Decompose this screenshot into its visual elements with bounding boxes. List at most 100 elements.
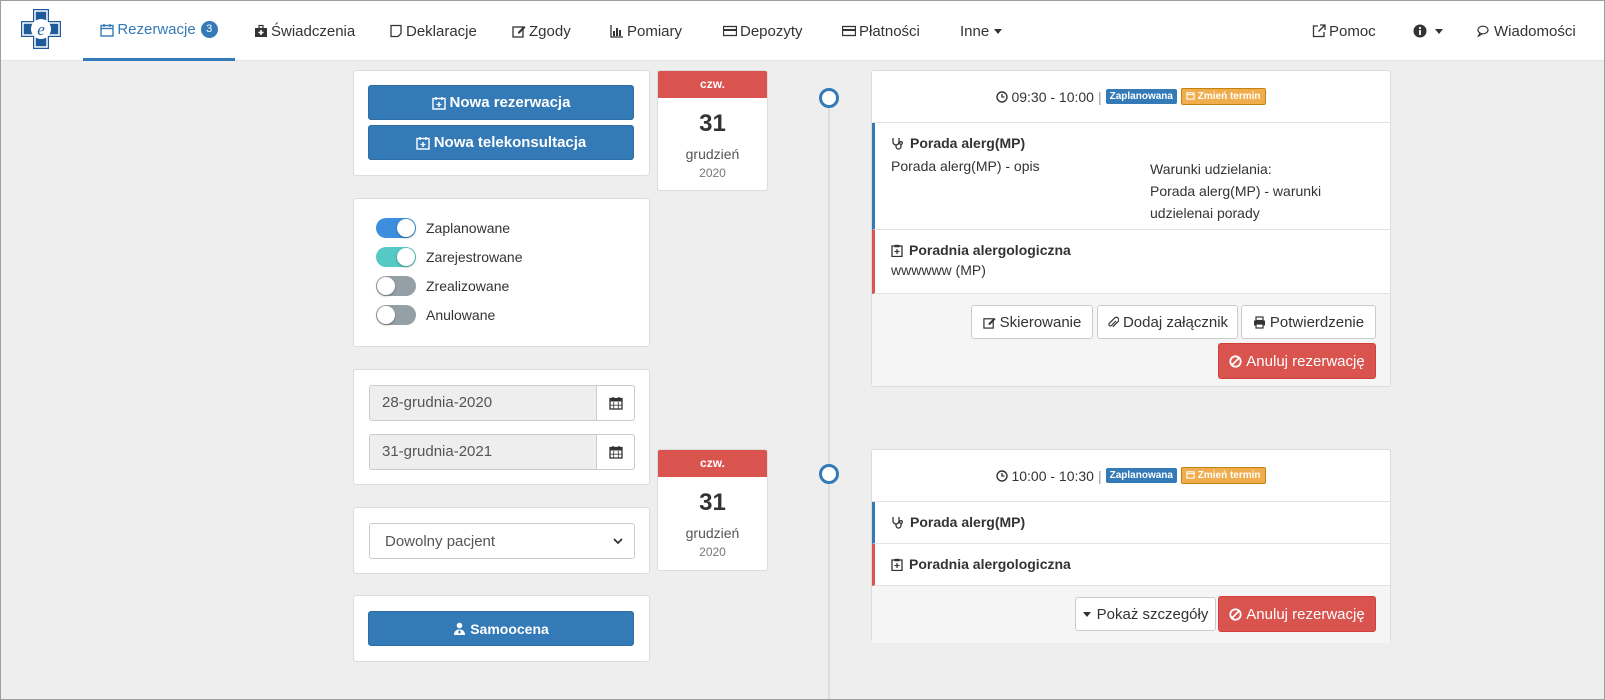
appointment-header: 10:00 - 10:30 | Zaplanowana Zmień termin (872, 450, 1390, 502)
date-day-number: 31 (699, 489, 726, 516)
service-title-text: Porada alerg(MP) (910, 514, 1026, 530)
caret-down-icon (1082, 611, 1091, 617)
filter-label: Zarejestrowane (426, 249, 523, 265)
calendar-icon[interactable] (596, 386, 634, 420)
nav-info-dropdown[interactable] (1413, 1, 1443, 61)
credit-card-icon (842, 25, 856, 37)
medkit-icon (255, 24, 267, 37)
date-from-field[interactable]: 28-grudnia-2020 (369, 385, 635, 421)
service-conditions-label: Warunki udzielania: (1150, 161, 1272, 177)
filter-label: Zaplanowane (426, 220, 511, 236)
appointment-date-card: czw. 31 grudzień 2020 (657, 449, 768, 571)
nav-help[interactable]: Pomoc (1312, 1, 1376, 61)
ban-icon (1229, 354, 1242, 368)
nav-platnosci-label: Płatności (859, 22, 920, 40)
nav-swiadczenia[interactable]: Świadczenia (254, 1, 355, 61)
nav-depozyty[interactable]: Depozyty (723, 1, 803, 61)
chevron-down-icon (1435, 28, 1443, 34)
confirmation-button[interactable]: Potwierdzenie (1241, 305, 1376, 339)
self-assessment-label: Samoocena (470, 620, 549, 637)
toggle-switch[interactable] (376, 218, 416, 238)
document-icon (390, 24, 402, 38)
self-assessment-button[interactable]: Samoocena (368, 611, 634, 646)
date-from-value: 28-grudnia-2020 (382, 394, 493, 411)
clinic-section: Poradnia alergologiczna wwwwww (MP) (872, 230, 1390, 294)
external-link-icon (1312, 24, 1326, 38)
date-month: grudzień (685, 146, 740, 162)
confirmation-label: Potwierdzenie (1269, 313, 1365, 331)
patient-select[interactable]: Dowolny pacjent (369, 523, 635, 559)
clock-icon (996, 469, 1009, 482)
clinic-title-text: Poradnia alergologiczna (909, 242, 1071, 258)
clinic-title: Poradnia alergologiczna (891, 242, 1374, 258)
toggle-switch[interactable] (376, 247, 416, 267)
date-day-of-week: czw. (658, 71, 767, 98)
clock-icon (996, 90, 1009, 103)
nav-pomiary[interactable]: Pomiary (610, 1, 682, 61)
new-reservation-label: Nowa rezerwacja (449, 94, 571, 111)
app-logo[interactable]: e (19, 7, 63, 51)
timeline-node (819, 464, 839, 484)
edit-icon (512, 26, 526, 38)
add-attachment-button[interactable]: Dodaj załącznik (1097, 305, 1238, 339)
hospital-clipboard-icon (891, 558, 903, 571)
service-section: Porada alerg(MP) Porada alerg(MP) - opis… (872, 123, 1390, 230)
user-md-icon (454, 622, 466, 635)
clinic-description: wwwwww (MP) (891, 262, 986, 278)
filter-zaplanowane[interactable]: Zaplanowane (376, 217, 510, 239)
cancel-reservation-label: Anuluj rezerwację (1246, 605, 1365, 623)
cancel-reservation-button[interactable]: Anuluj rezerwację (1218, 343, 1376, 379)
cancel-reservation-button[interactable]: Anuluj rezerwację (1218, 596, 1376, 632)
reservation-count-badge: 3 (200, 21, 218, 38)
nav-zgody[interactable]: Zgody (512, 1, 571, 61)
app-frame: e Rezerwacje 3 Świadczenia Deklaracje Zg… (0, 0, 1605, 700)
toggle-switch[interactable] (376, 276, 416, 296)
calendar-icon (100, 23, 115, 37)
filter-zrealizowane[interactable]: Zrealizowane (376, 275, 509, 297)
info-icon (1413, 24, 1427, 38)
filter-label: Zrealizowane (426, 278, 510, 294)
new-reservation-button[interactable]: Nowa rezerwacja (368, 85, 634, 120)
status-badge: Zaplanowana (1105, 468, 1177, 483)
nav-pomiary-label: Pomiary (627, 22, 683, 40)
nav-deklaracje[interactable]: Deklaracje (389, 1, 477, 61)
actions-panel: Nowa rezerwacja Nowa telekonsultacja (353, 70, 650, 176)
change-date-badge[interactable]: Zmień termin (1180, 467, 1266, 484)
filter-zarejestrowane[interactable]: Zarejestrowane (376, 246, 523, 268)
clinic-title: Poradnia alergologiczna (891, 556, 1374, 572)
chevron-down-icon (994, 28, 1003, 34)
date-day-of-week: czw. (658, 450, 767, 477)
timeline-node (819, 88, 839, 108)
nav-rezerwacje[interactable]: Rezerwacje 3 (83, 1, 235, 61)
service-title: Porada alerg(MP) (891, 135, 1374, 151)
calendar-plus-icon (431, 96, 446, 110)
clinic-section: Poradnia alergologiczna (872, 544, 1390, 586)
referral-button[interactable]: Skierowanie (971, 305, 1093, 339)
new-teleconsultation-button[interactable]: Nowa telekonsultacja (368, 125, 634, 160)
date-month: grudzień (685, 525, 740, 541)
paperclip-icon (1108, 316, 1119, 327)
calendar-icon[interactable] (596, 435, 634, 469)
timeline-line (828, 97, 830, 699)
nav-zgody-label: Zgody (529, 22, 571, 40)
show-details-button[interactable]: Pokaż szczegóły (1075, 597, 1216, 631)
nav-inne-dropdown[interactable]: Inne (960, 1, 1003, 61)
appointment-date-card: czw. 31 grudzień 2020 (657, 70, 768, 191)
nav-messages[interactable]: Wiadomości (1477, 1, 1576, 61)
toggle-switch[interactable] (376, 305, 416, 325)
svg-text:e: e (37, 20, 45, 39)
service-title-text: Porada alerg(MP) (910, 135, 1026, 151)
change-date-label: Zmień termin (1197, 91, 1261, 102)
comments-icon (1477, 25, 1489, 38)
filter-anulowane[interactable]: Anulowane (376, 304, 495, 326)
date-year: 2020 (699, 545, 726, 559)
ban-icon (1229, 607, 1242, 621)
date-to-field[interactable]: 31-grudnia-2021 (369, 434, 635, 470)
add-attachment-label: Dodaj załącznik (1122, 313, 1229, 331)
appointment-actions: Skierowanie Dodaj załącznik Potwierdzeni… (872, 294, 1390, 386)
change-date-badge[interactable]: Zmień termin (1180, 88, 1266, 105)
nav-swiadczenia-label: Świadczenia (271, 22, 356, 40)
nav-platnosci[interactable]: Płatności (842, 1, 920, 61)
print-icon (1253, 315, 1265, 329)
nav-rezerwacje-label: Rezerwacje (117, 21, 196, 38)
